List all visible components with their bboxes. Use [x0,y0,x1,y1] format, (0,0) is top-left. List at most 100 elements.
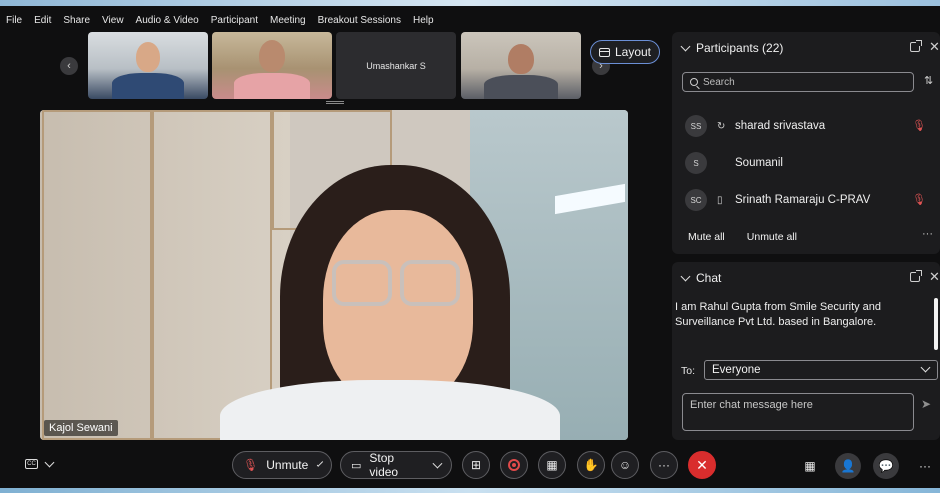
record-button[interactable] [500,451,528,479]
participant-body [234,73,310,99]
participant-row[interactable]: SC ▯ Srinath Ramaraju C-PRAV [685,188,870,212]
video-thumbnail-2[interactable] [212,32,332,99]
close-icon[interactable]: ✕ [929,269,940,285]
unmute-label: Unmute [266,458,309,472]
participants-toggle-button[interactable]: 👤 [835,453,861,479]
menu-audio-video[interactable]: Audio & Video [130,15,205,26]
participant-face [136,42,160,72]
send-icon[interactable]: ➤ [921,397,931,411]
reactions-button[interactable]: ☺ [611,451,639,479]
share-button[interactable]: ⊞ [462,451,490,479]
stop-video-label: Stop video [369,451,399,479]
chat-scrollbar[interactable] [934,298,938,350]
captions-button[interactable]: CC [25,457,55,469]
apps-icon: ▦ [804,459,816,473]
participant-row[interactable]: S Soumanil [685,151,783,175]
chat-title: Chat [696,271,722,285]
unmute-button[interactable]: 🎙 Unmute [232,451,332,479]
participant-search-input[interactable]: Search [682,72,914,92]
unmute-all-button[interactable]: Unmute all [747,231,797,243]
popout-icon[interactable] [910,270,922,282]
participants-icon: 👤 [840,459,856,473]
apps-panel-button[interactable]: ▦ [797,453,823,479]
mute-all-button[interactable]: Mute all [688,231,725,243]
participant-name: Srinath Ramaraju C-PRAV [735,194,871,206]
more-button[interactable]: ··· [650,451,678,479]
thumbnail-name: Umashankar S [366,60,426,71]
desktop-strip-top [0,0,940,6]
record-icon [508,459,520,471]
chat-header[interactable]: Chat [680,271,722,285]
participant-face [508,44,534,74]
avatar: S [685,152,707,174]
cabinet-door [42,110,152,440]
thumbnails-prev-button[interactable]: ‹ [60,57,78,75]
grid-icon: ▦ [546,458,558,472]
chevron-down-icon [680,271,691,281]
menu-meeting[interactable]: Meeting [264,15,312,26]
participants-panel: Participants (22) ✕ Search ⇅ SS ↻ sharad… [672,32,940,254]
chevron-down-icon [432,458,443,468]
more-panels-button[interactable]: ··· [912,453,938,479]
video-thumbnail-4[interactable] [461,32,581,99]
menu-breakout-sessions[interactable]: Breakout Sessions [312,15,407,26]
chat-icon: 💬 [878,459,894,473]
participant-face [259,40,285,72]
menu-help[interactable]: Help [407,15,440,26]
participant-row[interactable]: SS ↻ sharad srivastava [685,114,825,138]
main-video[interactable]: Kajol Sewani [40,110,628,440]
apps-button[interactable]: ▦ [538,451,566,479]
end-call-button[interactable]: ✕ [688,451,716,479]
glasses-left [332,260,392,306]
close-icon[interactable]: ✕ [929,39,940,55]
menu-share[interactable]: Share [57,15,96,26]
menu-file[interactable]: File [0,15,28,26]
sort-icon[interactable]: ⇅ [924,74,933,87]
popout-icon[interactable] [910,40,922,52]
menu-view[interactable]: View [96,15,130,26]
smiley-icon: ☺ [618,458,632,472]
layout-icon [598,47,610,57]
more-options-icon: ··· [658,458,670,472]
captions-icon: CC [25,459,38,469]
speaker-face [323,210,473,405]
phone-icon: ▯ [717,194,723,206]
layout-button[interactable]: Layout [590,40,660,64]
chevron-down-icon [44,457,55,467]
video-thumbnail-1[interactable] [88,32,208,99]
to-label: To: [681,365,696,377]
glasses-right [400,260,460,306]
main-video-name: Kajol Sewani [44,420,118,436]
more-options-icon: ··· [919,459,931,473]
participants-header[interactable]: Participants (22) [680,41,783,55]
chevron-down-icon [680,41,691,51]
mic-muted-icon[interactable]: 🎙 [912,193,926,206]
mic-muted-icon: 🎙 [243,458,259,472]
chat-message: I am Rahul Gupta from Smile Security and… [675,301,882,328]
hand-icon: ✋ [583,458,599,472]
desktop-strip-bottom [0,488,940,493]
recipient-select[interactable]: Everyone [704,360,938,380]
resize-handle[interactable] [326,101,344,104]
chat-toggle-button[interactable]: 💬 [873,453,899,479]
video-thumbnail-3[interactable]: Umashankar S [336,32,456,99]
stop-video-button[interactable]: ▭ Stop video [340,451,452,479]
menu-edit[interactable]: Edit [28,15,57,26]
participant-name: Soumanil [735,157,783,169]
avatar: SC [685,189,707,211]
more-options-icon[interactable]: ··· [922,228,933,240]
mic-muted-icon[interactable]: 🎙 [912,119,926,132]
search-placeholder: Search [703,76,735,88]
participant-body [112,73,184,99]
chat-input[interactable]: Enter chat message here [682,393,914,431]
participant-name: sharad srivastava [735,120,826,132]
menu-bar: File Edit Share View Audio & Video Parti… [0,10,440,30]
raise-hand-button[interactable]: ✋ [577,451,605,479]
camera-icon: ▭ [351,459,362,472]
share-screen-icon: ⊞ [470,458,482,472]
chat-panel: Chat ✕ I am Rahul Gupta from Smile Secur… [672,262,940,440]
speaker-shirt [220,380,560,440]
menu-participant[interactable]: Participant [205,15,264,26]
cabinet-door [152,110,272,440]
chevron-left-icon: ‹ [67,60,71,72]
